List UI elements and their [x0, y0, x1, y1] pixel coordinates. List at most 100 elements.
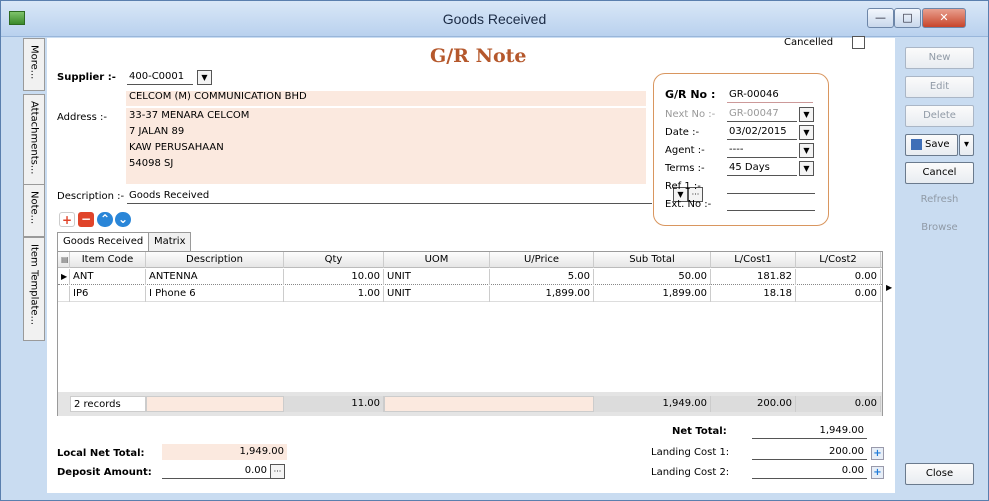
deposit-amount-field[interactable]: 0.00	[162, 464, 270, 479]
next-no-dropdown[interactable]: ▼	[799, 107, 814, 122]
cell-description[interactable]: I Phone 6	[146, 286, 284, 302]
cell-sub-total[interactable]: 50.00	[594, 269, 711, 285]
row-pointer-icon: ▶	[58, 269, 70, 285]
address-line: 33-37 MENARA CELCOM	[129, 110, 250, 121]
footer-blank	[384, 396, 594, 412]
form-heading: G/R Note	[430, 45, 527, 67]
tab-item-template[interactable]: Item Template...	[23, 237, 45, 341]
cell-description[interactable]: ANTENNA	[146, 269, 284, 285]
col-sub-total[interactable]: Sub Total	[594, 252, 711, 268]
cell-uprice[interactable]: 5.00	[490, 269, 594, 285]
cell-qty[interactable]: 1.00	[284, 286, 384, 302]
address-label: Address :-	[57, 112, 107, 123]
supplier-dropdown[interactable]: ▼	[197, 70, 212, 85]
row-selector	[58, 286, 70, 302]
records-count: 2 records	[70, 396, 146, 412]
ext-no-label: Ext. No :-	[665, 199, 712, 210]
terms-field[interactable]: 45 Days	[727, 161, 797, 176]
landing-cost-2-field[interactable]: 0.00	[752, 464, 867, 479]
save-icon	[911, 138, 922, 150]
date-dropdown[interactable]: ▼	[799, 125, 814, 140]
action-sidebar: New Edit Delete Save ▾ Cancel Refresh Br…	[897, 38, 981, 493]
refresh-button[interactable]: Refresh	[905, 190, 974, 212]
address-line: 7 JALAN 89	[129, 126, 185, 137]
col-lcost2[interactable]: L/Cost2	[796, 252, 881, 268]
ref-field[interactable]	[727, 179, 815, 194]
landing-cost-1-field[interactable]: 200.00	[752, 445, 867, 460]
cell-sub-total[interactable]: 1,899.00	[594, 286, 711, 302]
close-window-button[interactable]: ✕	[922, 8, 966, 28]
edit-button[interactable]: Edit	[905, 76, 974, 98]
landing-cost-2-add-icon[interactable]: +	[871, 466, 884, 479]
tab-goods-received[interactable]: Goods Received	[57, 232, 150, 251]
ext-no-field[interactable]	[727, 196, 815, 211]
minimize-button[interactable]: —	[867, 8, 894, 28]
tab-more[interactable]: More...	[23, 38, 45, 91]
deposit-more-button[interactable]: ···	[270, 464, 285, 479]
date-field[interactable]: 03/02/2015	[727, 125, 797, 140]
table-row[interactable]: IP6 I Phone 6 1.00 UNIT 1,899.00 1,899.0…	[58, 286, 882, 302]
net-total-value: 1,949.00	[752, 424, 867, 439]
col-uom[interactable]: UOM	[384, 252, 490, 268]
terms-dropdown[interactable]: ▼	[799, 161, 814, 176]
landing-cost-1-add-icon[interactable]: +	[871, 447, 884, 460]
agent-field[interactable]: ----	[727, 143, 797, 158]
add-row-icon[interactable]: +	[59, 212, 75, 227]
footer-lcost1: 200.00	[711, 396, 796, 412]
cancelled-checkbox[interactable]	[852, 36, 865, 49]
cell-lcost1[interactable]: 181.82	[711, 269, 796, 285]
local-net-total-label: Local Net Total:	[57, 448, 145, 459]
grid-header: ▤ Item Code Description Qty UOM U/Price …	[58, 252, 882, 268]
delete-button[interactable]: Delete	[905, 105, 974, 127]
table-row[interactable]: ▶ ANT ANTENNA 10.00 UNIT 5.00 50.00 181.…	[58, 269, 882, 285]
col-item-code[interactable]: Item Code	[70, 252, 146, 268]
terms-label: Terms :-	[665, 163, 705, 174]
address-box[interactable]: 33-37 MENARA CELCOM 7 JALAN 89 KAW PERUS…	[126, 108, 646, 184]
side-tabs: More... Attachments... Note... Item Temp…	[23, 38, 45, 493]
save-dropdown[interactable]: ▾	[959, 134, 974, 156]
description-field[interactable]: Goods Received	[127, 189, 652, 204]
move-up-icon[interactable]: ⌃	[97, 212, 113, 227]
tab-matrix[interactable]: Matrix	[148, 232, 192, 251]
grid-menu-icon[interactable]: ▤	[58, 252, 70, 268]
cell-uom[interactable]: UNIT	[384, 286, 490, 302]
landing-cost-2-label: Landing Cost 2:	[651, 467, 730, 478]
window-title: Goods Received	[442, 11, 547, 27]
date-label: Date :-	[665, 127, 700, 138]
cell-uprice[interactable]: 1,899.00	[490, 286, 594, 302]
cell-qty[interactable]: 10.00	[284, 269, 384, 285]
cancelled-label: Cancelled	[784, 37, 834, 48]
cell-uom[interactable]: UNIT	[384, 269, 490, 285]
tab-note[interactable]: Note...	[23, 184, 45, 237]
col-lcost1[interactable]: L/Cost1	[711, 252, 796, 268]
gr-no-label: G/R No :	[665, 88, 716, 101]
col-uprice[interactable]: U/Price	[490, 252, 594, 268]
col-qty[interactable]: Qty	[284, 252, 384, 268]
supplier-code-field[interactable]: 400-C0001	[127, 70, 193, 85]
footer-lcost2: 0.00	[796, 396, 881, 412]
agent-dropdown[interactable]: ▼	[799, 143, 814, 158]
grid-expand-icon[interactable]: ▶	[886, 283, 892, 292]
description-label: Description :-	[57, 191, 125, 202]
save-label: Save	[925, 139, 950, 150]
move-down-icon[interactable]: ⌄	[115, 212, 131, 227]
tab-attachments[interactable]: Attachments...	[23, 94, 45, 190]
remove-row-icon[interactable]: −	[78, 212, 94, 227]
save-button[interactable]: Save	[905, 134, 958, 156]
next-no-field: GR-00047	[727, 107, 797, 122]
cell-item-code[interactable]: ANT	[70, 269, 146, 285]
next-no-label: Next No :-	[665, 109, 716, 120]
maximize-button[interactable]: □	[894, 8, 921, 28]
close-button[interactable]: Close	[905, 463, 974, 485]
items-grid: ▤ Item Code Description Qty UOM U/Price …	[57, 251, 883, 416]
cell-lcost1[interactable]: 18.18	[711, 286, 796, 302]
col-description[interactable]: Description	[146, 252, 284, 268]
cancel-button[interactable]: Cancel	[905, 162, 974, 184]
cell-item-code[interactable]: IP6	[70, 286, 146, 302]
net-total-label: Net Total:	[672, 426, 727, 437]
new-button[interactable]: New	[905, 47, 974, 69]
cell-lcost2[interactable]: 0.00	[796, 286, 881, 302]
browse-button[interactable]: Browse	[905, 218, 974, 240]
gr-no-field[interactable]: GR-00046	[727, 88, 813, 103]
cell-lcost2[interactable]: 0.00	[796, 269, 881, 285]
